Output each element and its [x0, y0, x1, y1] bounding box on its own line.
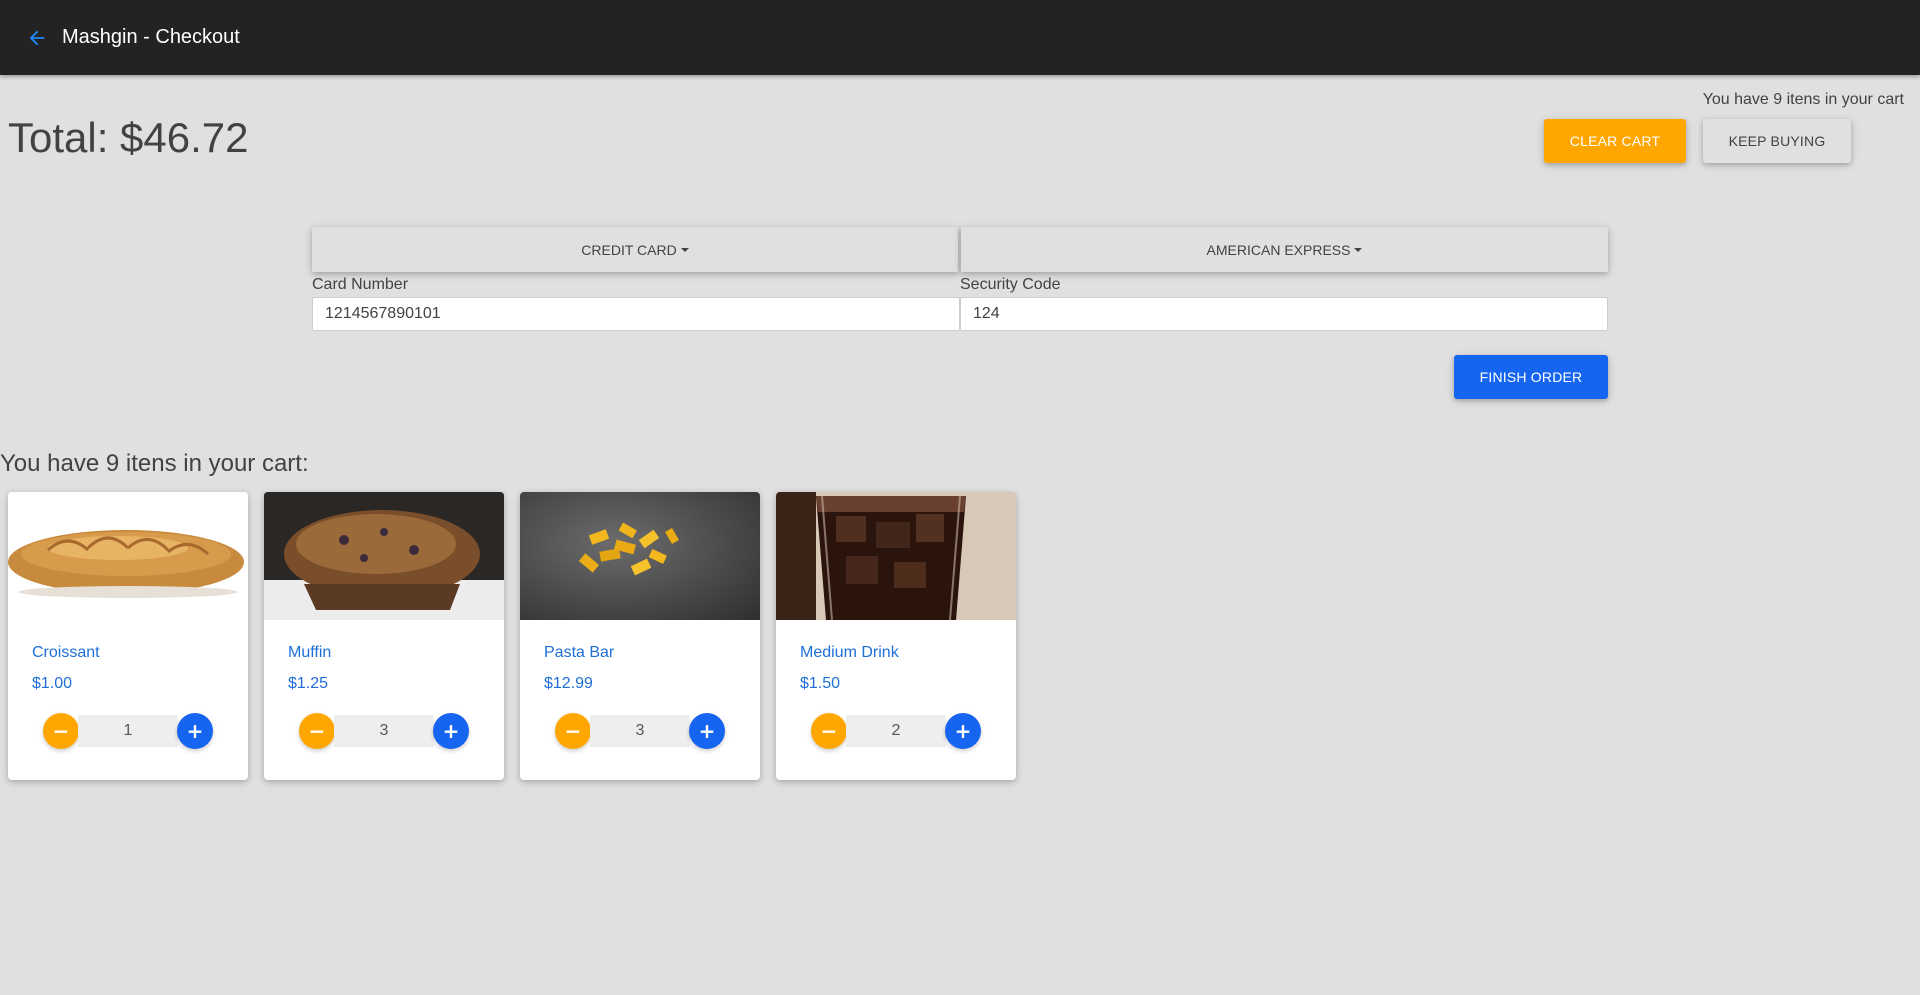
quantity-stepper: − 3 +: [555, 713, 725, 749]
card-type-label: AMERICAN EXPRESS: [1206, 241, 1351, 258]
cart-item-card: Croissant $1.00 − 1 +: [8, 492, 248, 780]
card-number-input[interactable]: [312, 297, 960, 331]
item-name[interactable]: Muffin: [288, 644, 331, 662]
security-code-label: Security Code: [960, 276, 1061, 293]
decrease-quantity-button[interactable]: −: [555, 713, 591, 749]
cart-heading: You have 9 itens in your cart:: [0, 450, 309, 477]
quantity-value[interactable]: 3: [590, 715, 690, 747]
finish-order-button[interactable]: FINISH ORDER: [1454, 355, 1608, 399]
quantity-stepper: − 1 +: [43, 713, 213, 749]
item-name[interactable]: Croissant: [32, 644, 100, 662]
increase-quantity-button[interactable]: +: [177, 713, 213, 749]
increase-quantity-button[interactable]: +: [689, 713, 725, 749]
app-title: Mashgin - Checkout: [62, 26, 240, 48]
muffin-image: [264, 492, 504, 620]
quantity-stepper: − 3 +: [299, 713, 469, 749]
increase-quantity-button[interactable]: +: [433, 713, 469, 749]
item-name[interactable]: Pasta Bar: [544, 644, 614, 662]
decrease-quantity-button[interactable]: −: [299, 713, 335, 749]
quantity-value[interactable]: 2: [846, 715, 946, 747]
payment-method-label: CREDIT CARD: [581, 241, 677, 258]
item-price: $1.00: [32, 675, 73, 692]
decrease-quantity-button[interactable]: −: [811, 713, 847, 749]
medium-drink-image: [776, 492, 1016, 620]
item-price: $12.99: [544, 675, 593, 692]
cart-count-summary: You have 9 itens in your cart: [1702, 91, 1904, 108]
arrow-left-icon: [29, 30, 45, 45]
keep-buying-button[interactable]: KEEP BUYING: [1703, 119, 1851, 163]
pasta-bar-image: [520, 492, 760, 620]
cart-item-card: Pasta Bar $12.99 − 3 +: [520, 492, 760, 780]
item-price: $1.50: [800, 675, 841, 692]
quantity-value[interactable]: 3: [334, 715, 434, 747]
item-name[interactable]: Medium Drink: [800, 644, 899, 662]
order-total: Total: $46.72: [8, 114, 249, 161]
back-button[interactable]: [22, 23, 52, 53]
security-code-input[interactable]: [960, 297, 1608, 331]
card-number-label: Card Number: [312, 276, 409, 293]
decrease-quantity-button[interactable]: −: [43, 713, 79, 749]
item-price: $1.25: [288, 675, 329, 692]
cart-item-card: Medium Drink $1.50 − 2 +: [776, 492, 1016, 780]
quantity-stepper: − 2 +: [811, 713, 981, 749]
cart-items: Croissant $1.00 − 1 + Muffin $1.25 − 3 +…: [8, 492, 1016, 780]
croissant-image: [8, 492, 248, 620]
payment-method-dropdown[interactable]: CREDIT CARD: [312, 227, 958, 272]
increase-quantity-button[interactable]: +: [945, 713, 981, 749]
caret-down-icon: [680, 247, 689, 252]
caret-down-icon: [1354, 247, 1363, 252]
quantity-value[interactable]: 1: [78, 715, 178, 747]
clear-cart-button[interactable]: CLEAR CART: [1544, 119, 1686, 163]
cart-item-card: Muffin $1.25 − 3 +: [264, 492, 504, 780]
card-type-dropdown[interactable]: AMERICAN EXPRESS: [961, 227, 1608, 272]
app-bar: Mashgin - Checkout: [0, 0, 1920, 75]
